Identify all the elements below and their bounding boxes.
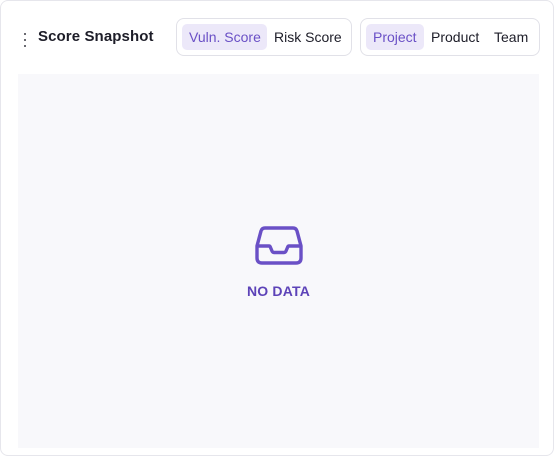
empty-state-message: NO DATA [246,283,311,299]
group-by-toggle: Project Product Team [360,18,540,56]
toggle-product[interactable]: Product [430,24,486,50]
inbox-tray-icon [255,226,303,265]
toggle-team[interactable]: Team [493,24,531,50]
toggle-risk-score[interactable]: Risk Score [273,24,345,50]
score-snapshot-card: Score Snapshot Vuln. Score Risk Score Pr… [0,0,554,456]
toggle-project[interactable]: Project [366,24,424,50]
card-header: Score Snapshot Vuln. Score Risk Score Pr… [1,1,555,73]
toggle-vuln-score[interactable]: Vuln. Score [182,24,267,50]
kebab-menu-icon[interactable] [21,32,29,48]
chart-area: NO DATA [18,74,539,448]
score-type-toggle: Vuln. Score Risk Score [176,18,352,56]
widget-title: Score Snapshot [38,28,154,45]
